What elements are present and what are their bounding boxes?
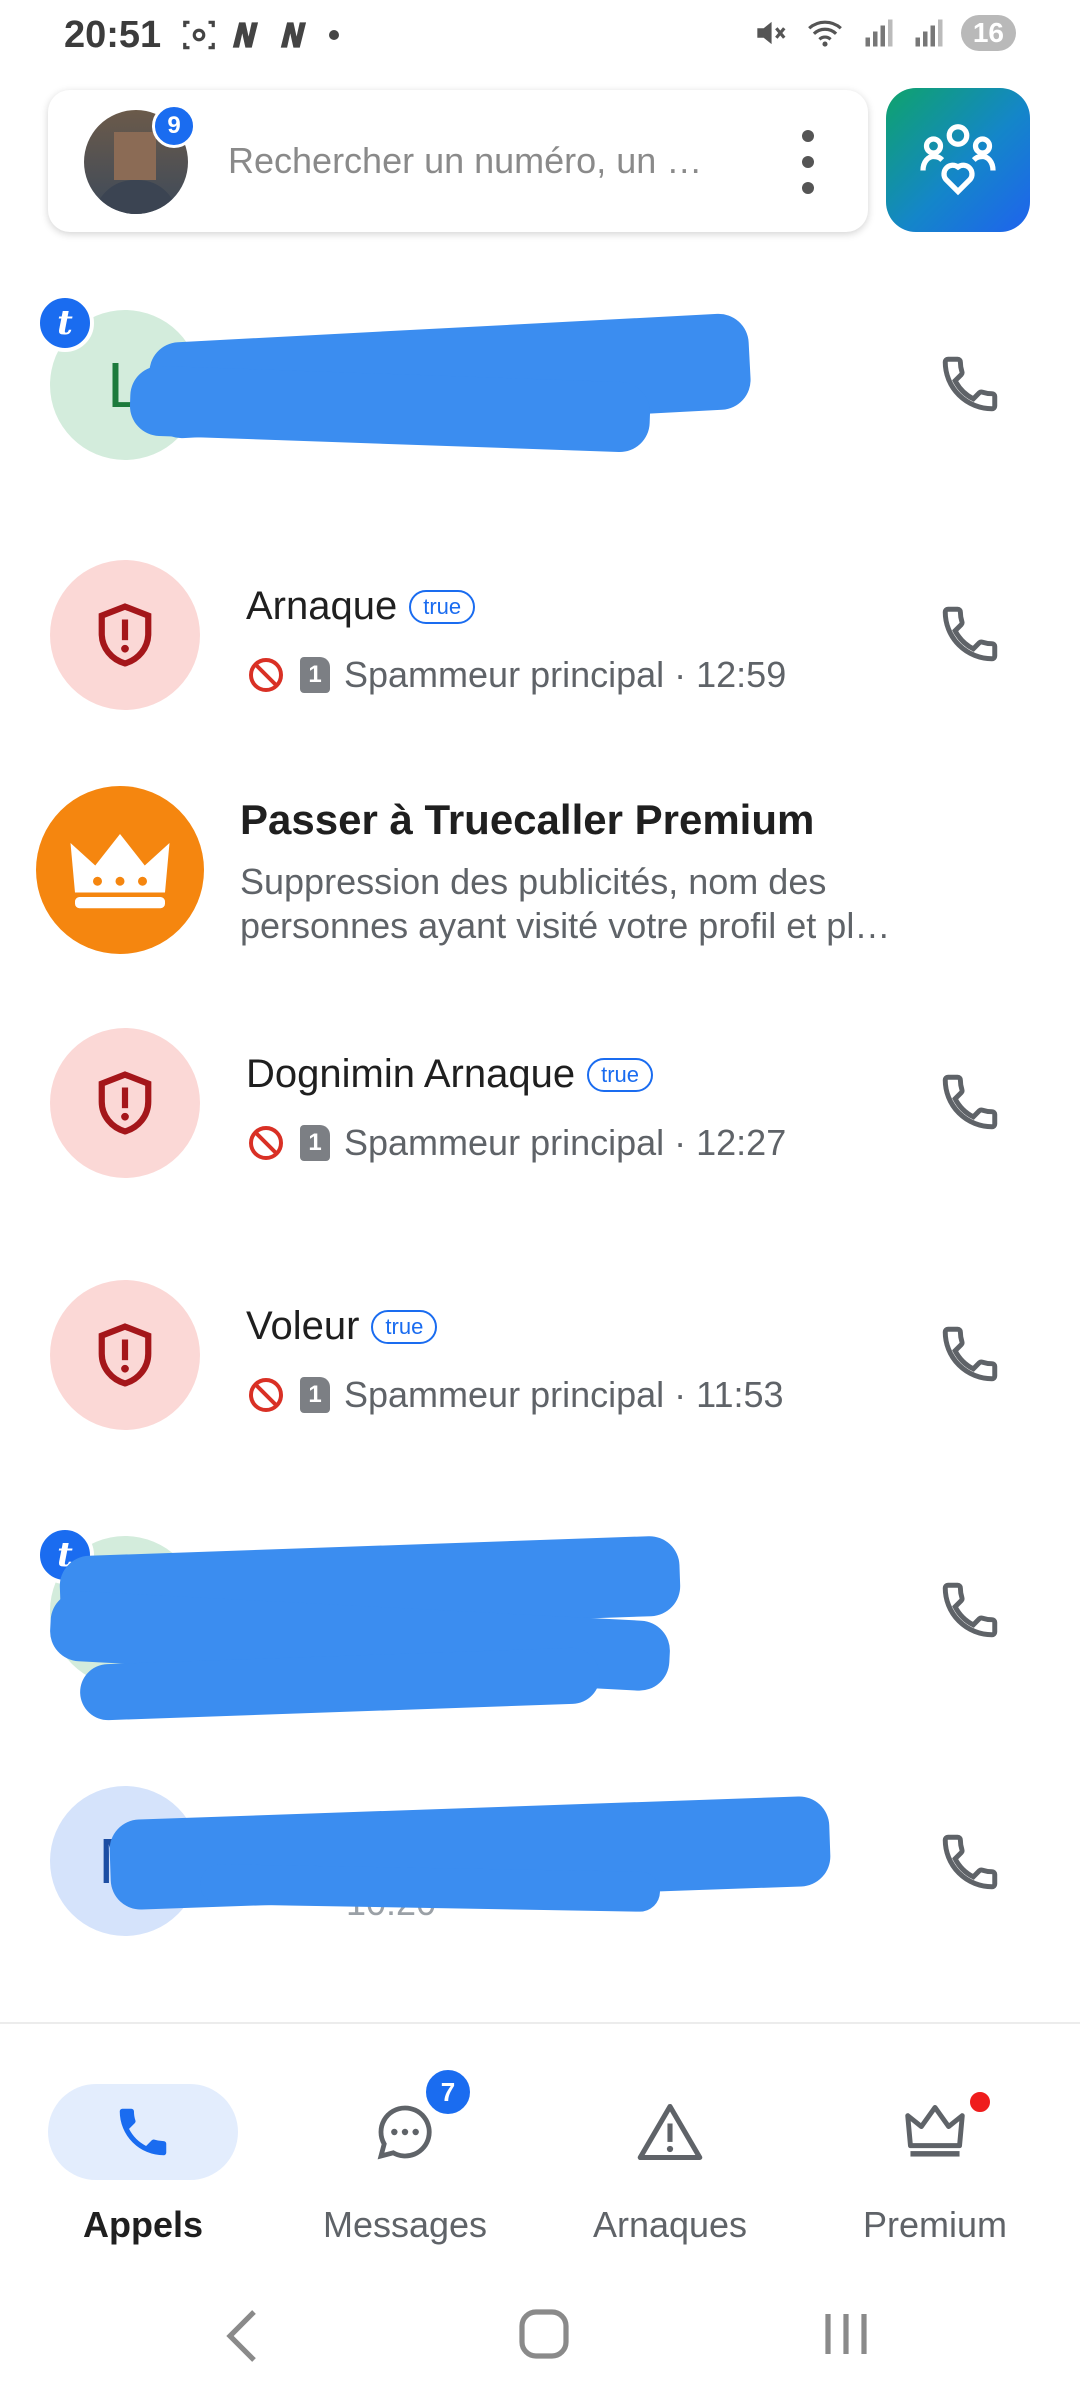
call-status: Spammeur principal · 11:53 [344,1374,784,1415]
n-app-icon [280,22,307,48]
phone-icon [942,356,998,412]
search-bar[interactable]: 9 Rechercher un numéro, un … [48,90,868,232]
call-status: Spammeur principal · 12:59 [344,654,787,695]
status-bar: 20:51 16 [0,0,1080,72]
sim-icon: 1 [300,657,330,693]
call-button[interactable] [930,1570,1010,1650]
redaction-overlay [199,1863,661,1913]
n-app-icon [232,22,259,48]
nav-label: Premium [862,2204,1008,2245]
call-button[interactable] [930,344,1010,424]
truecaller-badge-icon: t [36,294,94,352]
spam-avatar [50,560,200,710]
premium-promo-crown[interactable] [36,786,204,954]
call-row[interactable]: t [0,1526,1080,1746]
call-details: 1 Spammeur principal · 11:53 [246,1374,784,1416]
nav-label: Arnaques [592,2204,748,2245]
more-options-icon[interactable] [798,130,818,194]
call-details: 1 Spammeur principal · 12:59 [246,654,786,696]
call-row[interactable]: M 10:20 [0,1778,1080,1998]
spam-avatar [50,1028,200,1178]
nav-icon-container [840,2084,1030,2180]
sim-icon: 1 [300,1377,330,1413]
contact-name: Voleur true [246,1304,438,1349]
true-badge: true [587,1057,654,1092]
phone-icon [942,1834,998,1890]
phone-icon [119,2108,167,2156]
call-row[interactable]: Dognimin Arnaque true 1 Spammeur princip… [0,1022,1080,1242]
notification-badge: 9 [152,104,196,148]
call-button[interactable] [930,1822,1010,1902]
call-row[interactable]: Arnaque true 1 Spammeur principal · 12:5… [0,554,1080,774]
contact-name-text: Arnaque [246,584,398,628]
call-row[interactable]: Voleur true 1 Spammeur principal · 11:53 [0,1274,1080,1494]
chat-icon [377,2105,432,2160]
nav-icon-container [48,2084,238,2180]
contact-name: Dognimin Arnaque true [246,1052,654,1097]
signal-icon [915,19,943,47]
warning-icon [637,2103,703,2161]
nav-label: Appels [82,2204,204,2245]
mute-icon [757,21,786,45]
nav-tab-arnaques[interactable]: Arnaques [535,2060,805,2245]
call-button[interactable] [930,1062,1010,1142]
call-button[interactable] [930,594,1010,674]
sim-icon: 1 [300,1125,330,1161]
nav-label: Messages [322,2204,488,2245]
signal-icon [865,19,893,47]
status-right-icons: 16 [751,14,1016,52]
phone-icon [942,1074,998,1130]
home-icon[interactable] [516,2306,572,2362]
system-navigation-bar [0,2270,1080,2408]
crown-icon [70,834,170,909]
call-details: 1 Spammeur principal · 12:27 [246,1122,786,1164]
contact-name-text: Dognimin Arnaque [246,1052,576,1096]
bottom-navigation: Appels 7 Messages Arnaques Premium [0,2022,1080,2262]
true-badge: true [409,589,476,624]
spam-avatar [50,1280,200,1430]
blocked-icon [249,1378,283,1412]
true-badge: true [371,1309,438,1344]
screenshot-icon [183,20,215,50]
messages-badge: 7 [422,2066,474,2118]
shield-alert-icon [98,1323,152,1387]
blocked-icon [249,658,283,692]
shield-alert-icon [98,603,152,667]
blocked-icon [249,1126,283,1160]
battery-indicator: 16 [960,15,1016,51]
call-row[interactable]: L t [0,274,1080,494]
nav-icon-container [575,2084,765,2180]
dot-icon [329,30,339,40]
status-time: 20:51 [64,14,162,56]
contact-name-text: Voleur [246,1304,360,1348]
premium-promo-title[interactable]: Passer à Truecaller Premium [240,796,814,844]
phone-icon [942,1582,998,1638]
nav-tab-premium[interactable]: Premium [800,2060,1070,2245]
search-input[interactable]: Rechercher un numéro, un … [228,140,702,182]
nav-tab-messages[interactable]: 7 Messages [270,2060,540,2245]
wifi-icon [807,20,842,47]
recent-apps-icon[interactable] [820,2308,872,2360]
shield-alert-icon [98,1071,152,1135]
people-heart-icon [920,124,996,196]
call-status: Spammeur principal · 12:27 [344,1122,787,1163]
premium-notification-dot [968,2090,992,2114]
status-left-icons [180,16,344,54]
crown-icon [905,2105,965,2157]
phone-icon [942,1326,998,1382]
phone-icon [942,606,998,662]
family-protection-button[interactable] [886,88,1030,232]
back-icon[interactable] [220,2306,264,2366]
contact-name: Arnaque true [246,584,476,629]
nav-tab-appels[interactable]: Appels [8,2060,278,2245]
call-button[interactable] [930,1314,1010,1394]
premium-promo-description: Suppression des publicités, nom des pers… [240,861,891,946]
